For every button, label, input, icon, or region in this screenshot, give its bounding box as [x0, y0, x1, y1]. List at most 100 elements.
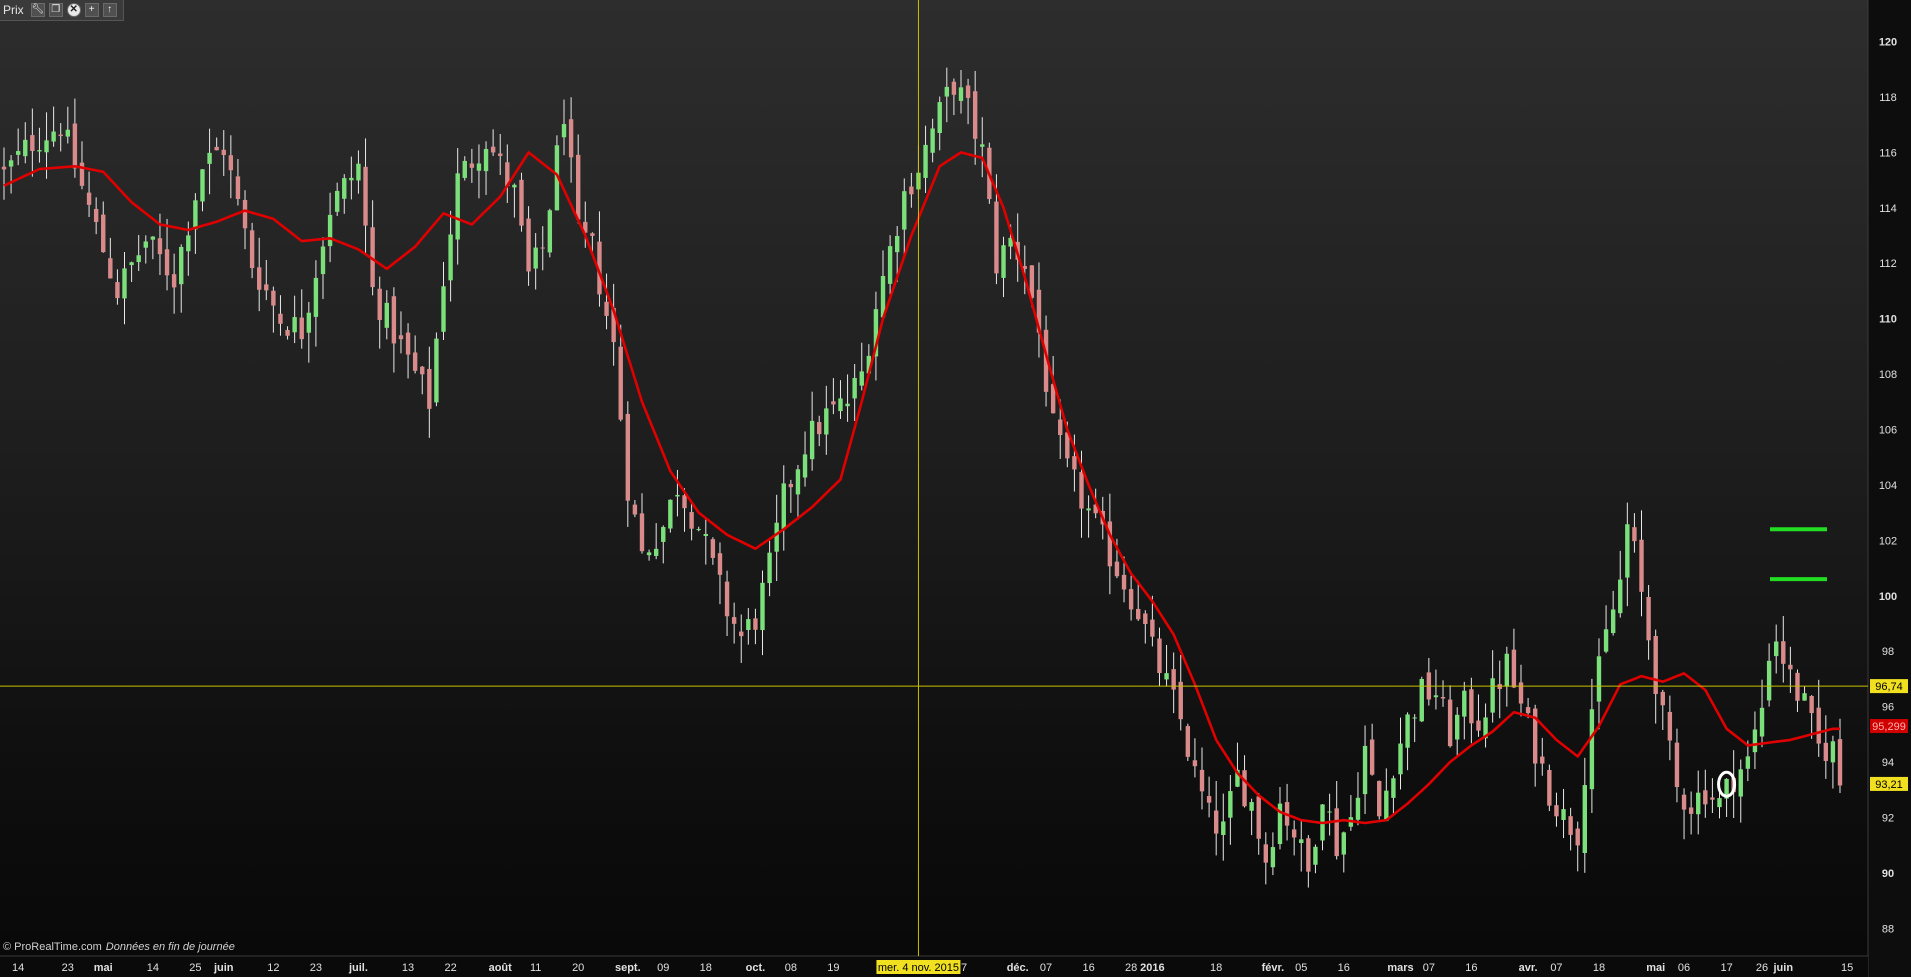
candle-body [618, 346, 623, 420]
candle-body [1511, 649, 1517, 688]
candle-body [1717, 798, 1722, 808]
candle-body [1745, 756, 1751, 769]
candle-body [72, 123, 78, 169]
date-tick-label: 28 [1125, 962, 1137, 974]
chart-title: Prix [3, 3, 24, 17]
candle-body [1639, 539, 1644, 592]
candle-body [937, 102, 942, 134]
date-tick-label: oct. [746, 962, 766, 974]
candle-body [753, 618, 758, 630]
candle-body [767, 552, 772, 584]
date-tick-label: mai [94, 962, 113, 974]
copyright-text: © ProRealTime.com [3, 941, 102, 953]
date-tick-label: 2016 [1140, 962, 1164, 974]
candle-body [1462, 690, 1467, 717]
candle-body [200, 169, 205, 202]
candle-body [1199, 769, 1205, 792]
price-chart[interactable]: 88 90 92 94 96 98 100 102 104 106 108 110 112 114 116 1… [0, 0, 1911, 977]
window-restore-icon[interactable]: ❐ [48, 3, 63, 17]
candle-body [980, 144, 985, 147]
candle-body [1369, 739, 1375, 775]
candle-body [313, 277, 319, 317]
candle-body [661, 527, 666, 542]
candle-body [1192, 760, 1198, 767]
candle-body [1660, 691, 1665, 706]
candle-body [1738, 769, 1743, 797]
candle-body [1143, 613, 1148, 624]
collapse-icon[interactable]: ↑ [102, 3, 117, 17]
candle-body [1752, 729, 1758, 753]
add-icon[interactable]: + [84, 3, 99, 17]
date-tick-label: 17 [1720, 962, 1732, 974]
candle-body [887, 246, 893, 284]
candle-body [717, 553, 723, 575]
date-tick-label: 18 [1593, 962, 1605, 974]
candle-body [1377, 780, 1382, 817]
candle-body [278, 313, 283, 324]
date-tick-label: 07 [1040, 962, 1052, 974]
close-icon[interactable]: ✕ [66, 3, 81, 17]
candle-body [157, 238, 163, 255]
candle-body [639, 513, 645, 552]
price-tick-label: 88 [1882, 923, 1894, 935]
candle-body [852, 377, 857, 399]
date-tick-label: 16 [1082, 962, 1094, 974]
candle-body [37, 150, 42, 152]
candle-body [334, 190, 340, 212]
candle-body [1710, 797, 1715, 800]
price-tick-label: 112 [1879, 258, 1897, 270]
candle-body [1291, 829, 1297, 838]
candle-body [795, 469, 801, 495]
date-tick-label: 25 [189, 962, 201, 974]
candle-body [1136, 608, 1141, 620]
candle-body [675, 494, 680, 497]
candle-body [1802, 693, 1807, 701]
candle-body [1313, 846, 1318, 865]
candle-body [498, 153, 503, 156]
price-tick-label: 98 [1882, 646, 1894, 658]
candle-body [774, 522, 779, 552]
candle-body [441, 286, 446, 332]
candle-body [115, 282, 120, 299]
candle-body [420, 366, 425, 375]
candle-body [1582, 785, 1588, 853]
date-tick-label: 08 [785, 962, 797, 974]
date-tick-label: 07 [1550, 962, 1562, 974]
date-tick-label: 16 [1465, 962, 1477, 974]
candle-body [1391, 778, 1396, 798]
date-tick-label: 05 [1295, 962, 1307, 974]
chart-window: 88 90 92 94 96 98 100 102 104 106 108 110 112 114 116 1… [0, 0, 1911, 977]
candle-body [1823, 742, 1829, 761]
candle-body [1341, 832, 1346, 855]
candle-body [1830, 741, 1836, 763]
price-tick-label: 96 [1882, 702, 1894, 714]
date-tick-label: 18 [1210, 962, 1222, 974]
candle-body [703, 533, 708, 537]
candle-body [1306, 838, 1311, 872]
candle-body [781, 483, 786, 529]
candle-body [1412, 717, 1417, 719]
candle-body [1653, 635, 1658, 695]
candle-body [93, 208, 99, 222]
candle-body [65, 129, 70, 137]
candle-body [646, 552, 652, 556]
candle-body [143, 241, 148, 248]
date-tick-label: 23 [310, 962, 322, 974]
candle-body [1518, 682, 1524, 704]
data-credit: © ProRealTime.com Données en fin de journ… [3, 941, 235, 953]
candle-body [285, 329, 290, 336]
candle-body [86, 192, 92, 205]
candle-body [1490, 678, 1495, 713]
candle-body [1816, 707, 1821, 744]
candle-body [1809, 695, 1814, 714]
candle-body [1603, 629, 1609, 652]
candle-body [1150, 619, 1155, 637]
wrench-icon[interactable]: 🔧︎ [30, 3, 45, 17]
candle-body [1263, 844, 1269, 863]
candle-body [1114, 561, 1120, 577]
candle-body [951, 81, 957, 95]
candle-body [1, 166, 7, 170]
price-tick-label: 106 [1879, 425, 1897, 437]
candle-body [845, 403, 850, 407]
candle-body [689, 512, 694, 529]
